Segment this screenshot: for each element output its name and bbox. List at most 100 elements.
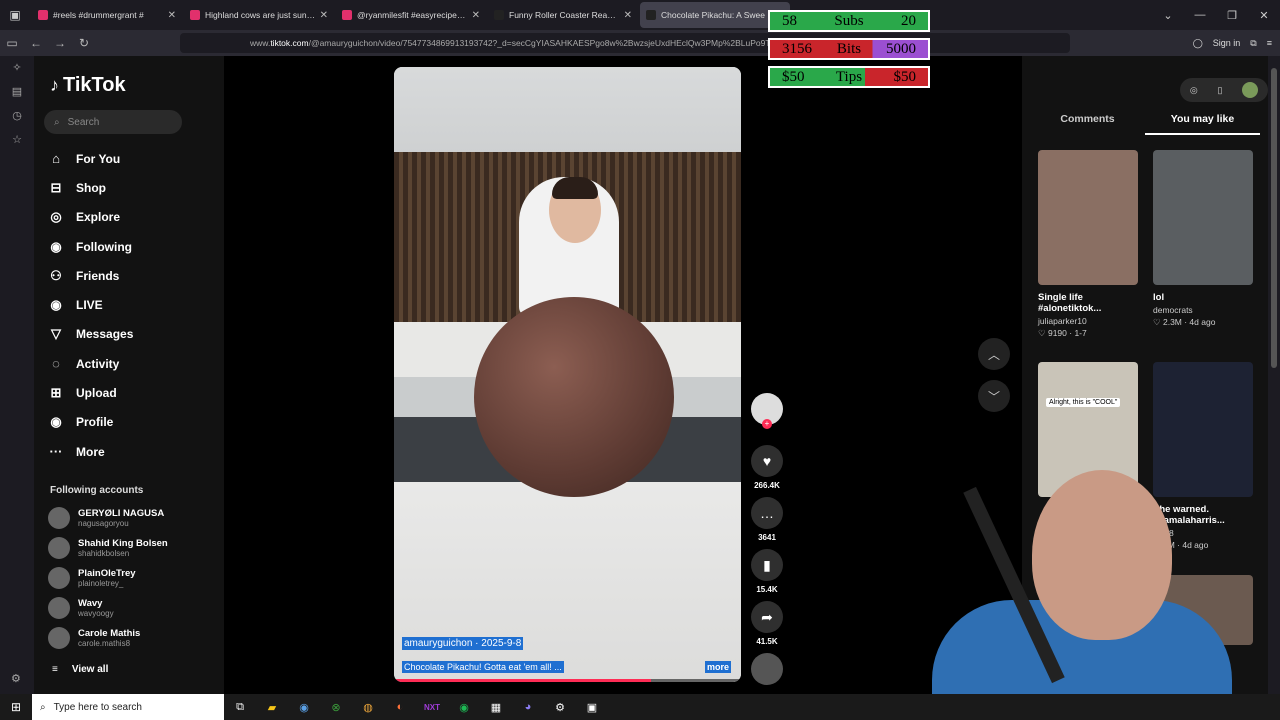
browser-tab[interactable]: Funny Roller Coaster Reactions ✕ bbox=[488, 2, 638, 28]
spotify-icon[interactable]: ◉ bbox=[448, 701, 480, 714]
tab-close-icon[interactable]: ✕ bbox=[472, 10, 480, 21]
discord-icon[interactable]: ◕ bbox=[512, 701, 544, 713]
subs-right: 20 bbox=[901, 12, 916, 29]
star-icon[interactable]: ☆ bbox=[0, 128, 34, 152]
start-icon[interactable]: ⊞ bbox=[0, 700, 32, 714]
nav-item-for-you[interactable]: ⌂ For You bbox=[48, 144, 133, 173]
nav-item-following[interactable]: ◉ Following bbox=[48, 232, 133, 261]
like-count: 266.4K bbox=[754, 481, 780, 490]
author-avatar[interactable]: + bbox=[748, 393, 786, 429]
nav-item-live[interactable]: ◉ LIVE bbox=[48, 290, 133, 319]
nav-item-activity[interactable]: ◌ Activity bbox=[48, 349, 133, 378]
nav-item-friends[interactable]: ⚇ Friends bbox=[48, 261, 133, 290]
address-bar[interactable]: www.tiktok.com/@amauryguichon/video/7547… bbox=[180, 33, 1070, 53]
tiktok-logo[interactable]: ♪ TikTok bbox=[50, 74, 126, 97]
tab-overview-icon[interactable]: ▣ bbox=[0, 0, 30, 30]
tab-you-may-like[interactable]: You may like bbox=[1145, 113, 1260, 135]
avatar bbox=[48, 567, 70, 589]
menu-icon[interactable]: ≡ bbox=[1267, 38, 1272, 48]
bookmarks-icon[interactable]: ▤ bbox=[0, 80, 34, 104]
nav-item-shop[interactable]: ⊟ Shop bbox=[48, 173, 133, 202]
device-icon[interactable]: ▯ bbox=[1217, 85, 1222, 96]
video-author[interactable]: amauryguichon · 2025-9-8 bbox=[402, 637, 524, 650]
nav-item-more[interactable]: ··· More bbox=[48, 437, 133, 466]
tab-favicon-icon bbox=[190, 10, 200, 20]
card-title: Single life #alonetiktok... bbox=[1038, 292, 1102, 314]
sidebar-toggle-icon[interactable]: ▭ bbox=[0, 36, 24, 50]
chrome-icon[interactable]: ◍ bbox=[352, 701, 384, 714]
reload-icon[interactable]: ↻ bbox=[72, 36, 96, 50]
caption-more-button[interactable]: more bbox=[704, 661, 731, 673]
steam-icon[interactable]: ◉ bbox=[288, 701, 320, 714]
tab-favicon-icon bbox=[494, 10, 504, 20]
like-button[interactable]: ♥ 266.4K bbox=[748, 445, 786, 490]
list-tabs-icon[interactable]: ⌄ bbox=[1152, 9, 1184, 22]
sign-in-button[interactable]: Sign in bbox=[1213, 38, 1241, 48]
following-account[interactable]: GERYØLI NAGUSA nagusagoryou bbox=[48, 507, 164, 529]
follow-plus-icon[interactable]: + bbox=[762, 419, 772, 429]
tab-close-icon[interactable]: ✕ bbox=[320, 10, 328, 21]
taskbar-search[interactable]: ⌕ Type here to search bbox=[32, 694, 224, 720]
task-view-icon[interactable]: ⧉ bbox=[224, 701, 256, 714]
live-icon: ◉ bbox=[50, 297, 62, 313]
video-progress-bar[interactable] bbox=[394, 679, 741, 682]
search-input[interactable]: ⌕ Search bbox=[44, 110, 182, 134]
browser-tab[interactable]: Highland cows are just sunshin ✕ bbox=[184, 2, 334, 28]
file-explorer-icon[interactable]: ▰ bbox=[256, 701, 288, 714]
back-icon[interactable]: ← bbox=[24, 36, 48, 50]
video-thumbnail[interactable] bbox=[1038, 150, 1138, 285]
bits-left: 3156 bbox=[782, 40, 812, 57]
app-icon[interactable]: ▣ bbox=[576, 701, 608, 714]
recommended-card-info[interactable]: Single life #alonetiktok... juliaparker10… bbox=[1038, 292, 1138, 339]
video-player[interactable]: amauryguichon · 2025-9-8 Chocolate Pikac… bbox=[394, 67, 741, 682]
card-meta: ♡ 9190 · 1-7 bbox=[1038, 328, 1087, 338]
next-video-button[interactable]: ﹀ bbox=[978, 380, 1010, 412]
tab-favicon-icon bbox=[342, 10, 352, 20]
extensions-icon[interactable]: ⧉ bbox=[1250, 38, 1256, 49]
nav-item-messages[interactable]: ▽ Messages bbox=[48, 320, 133, 349]
taskbar-search-placeholder: Type here to search bbox=[53, 701, 142, 713]
following-account[interactable]: Wavy wavyoogy bbox=[48, 597, 114, 619]
following-account[interactable]: Carole Mathis carole.mathis8 bbox=[48, 627, 140, 649]
share-button[interactable]: ➦ 41.5K bbox=[748, 601, 786, 646]
subs-goal-overlay: 58 Subs 20 bbox=[768, 10, 930, 32]
browser-tab[interactable]: #reels #drummergrant # ✕ bbox=[32, 2, 182, 28]
following-account[interactable]: Shahid King Bolsen shahidkbolsen bbox=[48, 537, 168, 559]
video-thumbnail[interactable] bbox=[1153, 150, 1253, 285]
settings-icon[interactable]: ⚙ bbox=[11, 672, 21, 685]
nav-item-label: Messages bbox=[76, 327, 134, 342]
scrollbar-thumb[interactable] bbox=[1271, 68, 1277, 368]
music-disc[interactable] bbox=[748, 653, 786, 685]
minimize-icon[interactable]: — bbox=[1184, 9, 1216, 21]
firefox-icon[interactable]: ◐ bbox=[384, 701, 416, 713]
account-icon[interactable]: ◯ bbox=[1193, 38, 1203, 49]
tab-title: #reels #drummergrant # bbox=[53, 10, 144, 20]
comment-button[interactable]: … 3641 bbox=[748, 497, 786, 542]
history-icon[interactable]: ◷ bbox=[0, 104, 34, 128]
main-nav: ⌂ For You ⊟ Shop ◎ Explore ◉ Following ⚇ Friends ◉… bbox=[48, 144, 134, 466]
nav-item-upload[interactable]: ⊞ Upload bbox=[48, 378, 133, 407]
browser-tab[interactable]: @ryanmilesfit #easyrecipe #pr ✕ bbox=[336, 2, 486, 28]
ai-icon[interactable]: ✧ bbox=[0, 56, 34, 80]
tab-close-icon[interactable]: ✕ bbox=[624, 10, 632, 21]
compass-icon[interactable]: ◎ bbox=[1190, 85, 1198, 96]
user-avatar[interactable] bbox=[1242, 82, 1259, 98]
previous-video-button[interactable]: ︿ bbox=[978, 338, 1010, 370]
save-button[interactable]: ▮ 15.4K bbox=[748, 549, 786, 594]
settings-app-icon[interactable]: ⚙ bbox=[544, 701, 576, 714]
next-app-icon[interactable]: NXT bbox=[416, 703, 448, 712]
restore-icon[interactable]: ❐ bbox=[1216, 9, 1248, 22]
calculator-icon[interactable]: ▦ bbox=[480, 701, 512, 714]
tab-comments[interactable]: Comments bbox=[1030, 113, 1145, 135]
recommended-card-info[interactable]: lol democrats ♡ 2.3M · 4d ago bbox=[1153, 292, 1253, 328]
music-disc-icon bbox=[751, 653, 783, 685]
following-account[interactable]: PlainOleTrey plainoletrey_ bbox=[48, 567, 136, 589]
close-icon[interactable]: ✕ bbox=[1248, 9, 1280, 22]
tab-close-icon[interactable]: ✕ bbox=[168, 10, 176, 21]
tips-goal-overlay: $50 Tips $50 bbox=[768, 66, 930, 88]
view-all-button[interactable]: ≡ View all bbox=[52, 664, 108, 675]
forward-icon[interactable]: → bbox=[48, 36, 72, 50]
xbox-icon[interactable]: ⊗ bbox=[320, 701, 352, 714]
nav-item-explore[interactable]: ◎ Explore bbox=[48, 203, 133, 232]
nav-item-profile[interactable]: ◉ Profile bbox=[48, 408, 133, 437]
